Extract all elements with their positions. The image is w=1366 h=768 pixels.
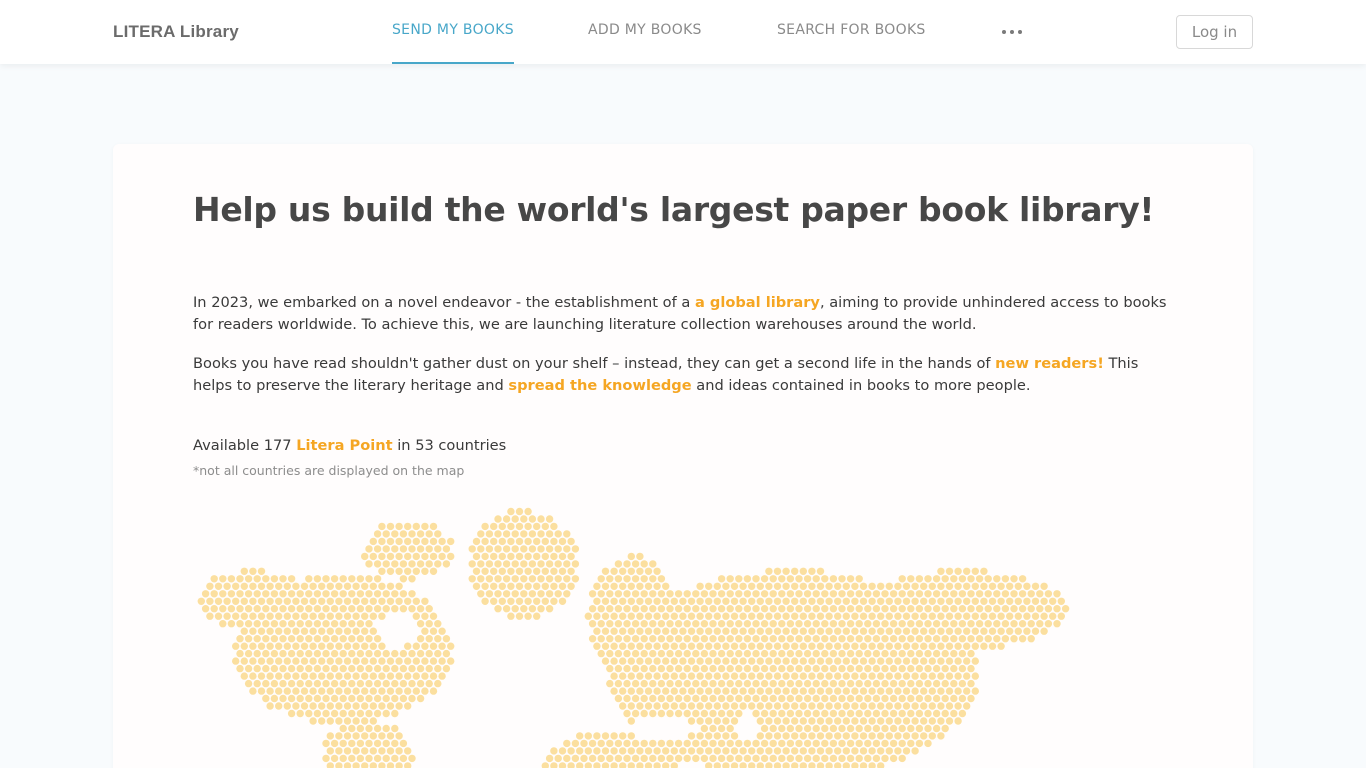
global-library-link[interactable]: a global library <box>695 294 820 311</box>
new-readers-link[interactable]: new readers! <box>995 355 1104 372</box>
spread-knowledge-link[interactable]: spread the knowledge <box>508 377 691 394</box>
active-tab-indicator <box>392 62 514 64</box>
tab-label: SEARCH FOR BOOKS <box>777 22 926 38</box>
login-button[interactable]: Log in <box>1176 15 1253 49</box>
intro-card: Help us build the world's largest paper … <box>113 144 1253 768</box>
tab-add-my-books[interactable]: ADD MY BOOKS <box>588 22 702 64</box>
second-life-paragraph: Books you have read shouldn't gather dus… <box>193 355 1139 394</box>
map-footnote: *not all countries are displayed on the … <box>193 463 465 478</box>
litera-point-link[interactable]: Litera Point <box>296 437 392 454</box>
top-navigation-bar: LITERA Library SEND MY BOOKS ADD MY BOOK… <box>0 0 1366 64</box>
world-map[interactable] <box>193 500 1073 768</box>
tab-search-for-books[interactable]: SEARCH FOR BOOKS <box>777 22 926 64</box>
intro-paragraph: In 2023, we embarked on a novel endeavor… <box>193 294 1167 333</box>
page-title: Help us build the world's largest paper … <box>193 190 1155 229</box>
tab-label: ADD MY BOOKS <box>588 22 702 38</box>
more-horizontal-icon[interactable] <box>1001 24 1025 40</box>
brand-logo[interactable]: LITERA Library <box>113 22 239 42</box>
tab-send-my-books[interactable]: SEND MY BOOKS <box>392 22 514 64</box>
tab-label: SEND MY BOOKS <box>392 22 514 38</box>
availability-text: Available 177 Litera Point in 53 countri… <box>193 437 507 454</box>
